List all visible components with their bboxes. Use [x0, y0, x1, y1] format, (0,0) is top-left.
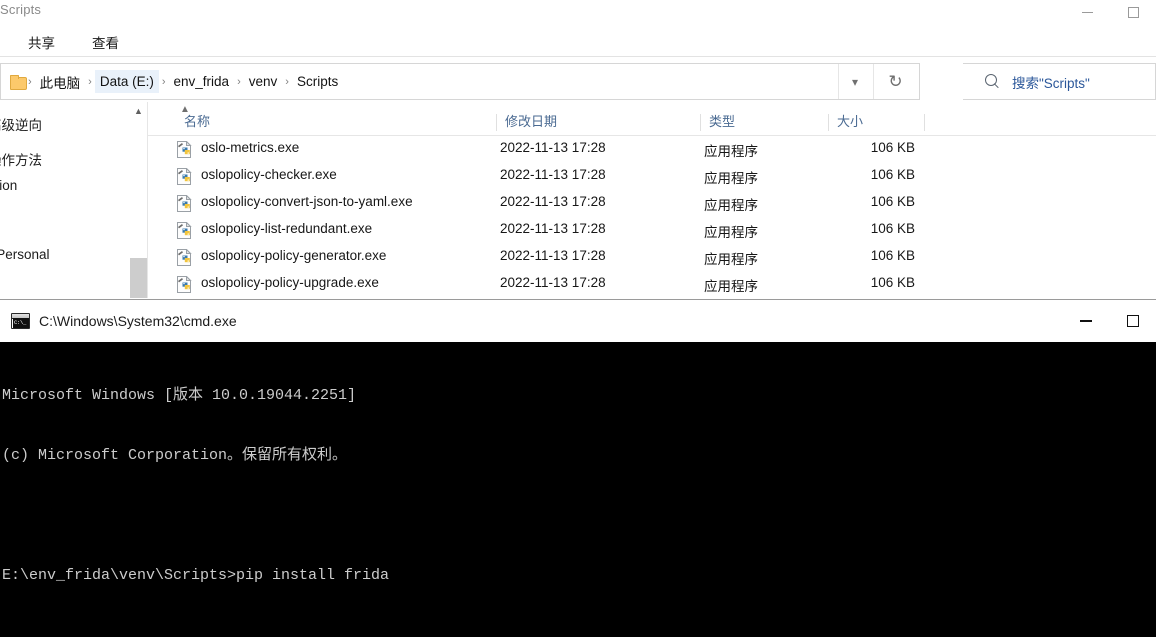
- breadcrumb-scripts[interactable]: Scripts: [292, 70, 343, 93]
- column-header-date[interactable]: 修改日期: [496, 114, 557, 131]
- window-title: Scripts: [0, 2, 42, 17]
- address-row: › 此电脑 › Data (E:) › env_frida › venv › S…: [0, 63, 1156, 101]
- file-size: 106 KB: [870, 275, 915, 290]
- refresh-button[interactable]: ↻: [873, 64, 917, 99]
- file-date: 2022-11-13 17:28: [500, 248, 606, 263]
- minimize-icon: [1079, 320, 1092, 322]
- search-icon: [985, 74, 1000, 89]
- cmd-minimize-button[interactable]: [1062, 300, 1109, 342]
- file-name: oslopolicy-checker.exe: [201, 167, 337, 182]
- screen: Scripts 共享 查看 › 此电脑 › Data (E:) › env_fr…: [0, 0, 1156, 637]
- terminal-line: Microsoft Windows [版本 10.0.19044.2251]: [2, 387, 357, 404]
- file-size: 106 KB: [870, 140, 915, 155]
- file-type: 应用程序: [704, 225, 758, 240]
- column-header-row: 名称 修改日期 类型 大小: [148, 108, 1156, 136]
- file-date: 2022-11-13 17:28: [500, 140, 606, 155]
- file-name: oslo-metrics.exe: [201, 140, 300, 155]
- command-prompt-window: C:\Windows\System32\cmd.exe Microsoft Wi…: [0, 299, 1156, 637]
- search-input[interactable]: 搜索"Scripts": [1012, 72, 1090, 92]
- file-name: oslopolicy-convert-json-to-yaml.exe: [201, 194, 413, 209]
- breadcrumb-env-frida[interactable]: env_frida: [169, 70, 235, 93]
- file-type: 应用程序: [704, 279, 758, 294]
- breadcrumb-venv[interactable]: venv: [244, 70, 283, 93]
- navigation-scrollbar[interactable]: ▲: [130, 102, 147, 298]
- file-size: 106 KB: [870, 194, 915, 209]
- breadcrumb-this-pc[interactable]: 此电脑: [35, 68, 86, 96]
- table-row[interactable]: oslo-metrics.exe 2022-11-13 17:28 应用程序 1…: [148, 136, 1156, 163]
- cmd-title-bar[interactable]: C:\Windows\System32\cmd.exe: [0, 300, 1156, 342]
- file-size: 106 KB: [870, 221, 915, 236]
- scrollbar-thumb[interactable]: [130, 258, 147, 298]
- sidebar-item-0[interactable]: 高级逆向: [0, 114, 42, 134]
- column-header-type[interactable]: 类型: [700, 114, 735, 131]
- python-exe-icon: [177, 141, 192, 158]
- cmd-title-text: C:\Windows\System32\cmd.exe: [39, 313, 237, 329]
- file-type: 应用程序: [704, 171, 758, 186]
- file-list: oslo-metrics.exe 2022-11-13 17:28 应用程序 1…: [148, 136, 1156, 298]
- file-type: 应用程序: [704, 144, 758, 159]
- python-exe-icon: [177, 276, 192, 293]
- maximize-button[interactable]: [1110, 0, 1156, 24]
- breadcrumb-data-drive[interactable]: Data (E:): [94, 70, 159, 93]
- navigation-pane: 高级逆向 操作方法 ation - Personal: [0, 102, 130, 298]
- breadcrumb-separator: ›: [161, 75, 166, 88]
- file-date: 2022-11-13 17:28: [500, 275, 606, 290]
- folder-icon: [10, 75, 27, 90]
- sidebar-item-1[interactable]: 操作方法: [0, 149, 42, 169]
- breadcrumb-separator: ›: [88, 75, 92, 88]
- python-exe-icon: [177, 195, 192, 212]
- file-name: oslopolicy-policy-generator.exe: [201, 248, 387, 263]
- explorer-caption-buttons: [1064, 0, 1156, 24]
- terminal-output[interactable]: Microsoft Windows [版本 10.0.19044.2251] (…: [0, 342, 1156, 637]
- maximize-icon: [1127, 6, 1139, 18]
- terminal-line: (c) Microsoft Corporation。保留所有权利。: [2, 447, 348, 464]
- python-exe-icon: [177, 222, 192, 239]
- file-date: 2022-11-13 17:28: [500, 167, 606, 182]
- minimize-button[interactable]: [1064, 0, 1110, 24]
- table-row[interactable]: oslopolicy-policy-generator.exe 2022-11-…: [148, 244, 1156, 271]
- chevron-down-icon[interactable]: ▾: [838, 64, 871, 99]
- explorer-title-bar: Scripts: [0, 0, 1156, 24]
- table-row[interactable]: oslopolicy-list-redundant.exe 2022-11-13…: [148, 217, 1156, 244]
- file-size: 106 KB: [870, 248, 915, 263]
- maximize-icon: [1126, 315, 1139, 327]
- column-divider: [924, 114, 925, 131]
- ribbon-tab-bar: 共享 查看: [0, 24, 1156, 57]
- cmd-console-icon: [11, 313, 30, 329]
- python-exe-icon: [177, 249, 192, 266]
- file-type: 应用程序: [704, 198, 758, 213]
- sidebar-item-3[interactable]: - Personal: [0, 247, 50, 262]
- file-type: 应用程序: [704, 252, 758, 267]
- sidebar-item-2[interactable]: ation: [0, 178, 17, 193]
- minimize-icon: [1081, 11, 1093, 13]
- column-header-size[interactable]: 大小: [828, 114, 863, 131]
- sort-ascending-icon: ▲: [180, 104, 190, 115]
- file-size: 106 KB: [870, 167, 915, 182]
- terminal-line: E:\env_frida\venv\Scripts>pip install fr…: [2, 567, 390, 584]
- python-exe-icon: [177, 168, 192, 185]
- scroll-up-icon[interactable]: ▲: [130, 102, 147, 119]
- breadcrumb-separator: ›: [237, 75, 241, 88]
- table-row[interactable]: oslopolicy-policy-upgrade.exe 2022-11-13…: [148, 271, 1156, 298]
- column-header-name[interactable]: 名称: [176, 114, 210, 131]
- file-name: oslopolicy-list-redundant.exe: [201, 221, 373, 236]
- breadcrumb-separator: ›: [285, 75, 289, 88]
- tab-view[interactable]: 查看: [86, 29, 125, 55]
- file-date: 2022-11-13 17:28: [500, 221, 606, 236]
- search-box[interactable]: 搜索"Scripts": [963, 63, 1156, 100]
- cmd-maximize-button[interactable]: [1109, 300, 1156, 342]
- table-row[interactable]: oslopolicy-checker.exe 2022-11-13 17:28 …: [148, 163, 1156, 190]
- file-name: oslopolicy-policy-upgrade.exe: [201, 275, 379, 290]
- refresh-icon: ↻: [888, 72, 903, 91]
- address-bar[interactable]: › 此电脑 › Data (E:) › env_frida › venv › S…: [0, 63, 920, 100]
- file-date: 2022-11-13 17:28: [500, 194, 606, 209]
- cmd-caption-buttons: [1062, 300, 1156, 342]
- tab-share[interactable]: 共享: [22, 29, 61, 55]
- table-row[interactable]: oslopolicy-convert-json-to-yaml.exe 2022…: [148, 190, 1156, 217]
